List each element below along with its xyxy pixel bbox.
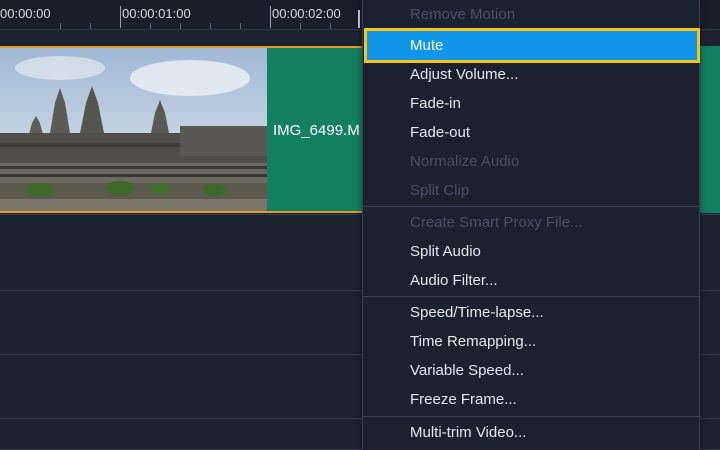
menu-item-variable-speed[interactable]: Variable Speed... bbox=[363, 356, 701, 385]
menu-item-split-audio[interactable]: Split Audio bbox=[363, 237, 701, 266]
menu-separator bbox=[363, 296, 701, 297]
clip-thumbnail bbox=[0, 48, 267, 211]
menu-item-fade-out[interactable]: Fade-out bbox=[363, 118, 701, 147]
menu-item-normalize-audio: Normalize Audio bbox=[410, 153, 520, 170]
menu-item-freeze-frame[interactable]: Freeze Frame... bbox=[363, 385, 701, 414]
menu-separator bbox=[363, 206, 701, 207]
ruler-minor-tick bbox=[240, 23, 241, 29]
ruler-minor-tick bbox=[60, 23, 61, 29]
ruler-minor-tick bbox=[330, 23, 331, 29]
context-menu: Remove Motion Mute Adjust Volume... Fade… bbox=[362, 0, 701, 450]
playhead-marker[interactable] bbox=[358, 10, 360, 28]
ruler-major-tick bbox=[120, 6, 121, 28]
ruler-label-2: 00:00:02:00 bbox=[272, 6, 341, 21]
ruler-label-0: 00:00:00 bbox=[0, 6, 51, 21]
menu-separator bbox=[363, 416, 701, 417]
menu-item-time-remapping[interactable]: Time Remapping... bbox=[363, 327, 701, 356]
menu-item-fade-in[interactable]: Fade-in bbox=[363, 89, 701, 118]
menu-item-create-smart-proxy: Create Smart Proxy File... bbox=[410, 214, 583, 231]
temple-thumbnail-image bbox=[0, 48, 267, 211]
ruler-major-tick bbox=[270, 6, 271, 28]
ruler-minor-tick bbox=[210, 23, 211, 29]
menu-item-remove-motion: Remove Motion bbox=[410, 6, 516, 23]
menu-item-multi-trim-video[interactable]: Multi-trim Video... bbox=[363, 418, 701, 447]
menu-item-speed-time-lapse[interactable]: Speed/Time-lapse... bbox=[363, 298, 701, 327]
menu-item-adjust-volume[interactable]: Adjust Volume... bbox=[363, 60, 701, 89]
ruler-minor-tick bbox=[180, 23, 181, 29]
ruler-label-1: 00:00:01:00 bbox=[122, 6, 191, 21]
clip-name-label: IMG_6499.M bbox=[273, 122, 360, 139]
menu-item-split-clip: Split Clip bbox=[410, 182, 470, 199]
clip-right-edge bbox=[700, 46, 720, 213]
ruler-minor-tick bbox=[150, 23, 151, 29]
ruler-minor-tick bbox=[90, 23, 91, 29]
menu-item-audio-filter[interactable]: Audio Filter... bbox=[363, 266, 701, 295]
ruler-minor-tick bbox=[300, 23, 301, 29]
menu-item-mute[interactable]: Mute bbox=[364, 28, 700, 63]
